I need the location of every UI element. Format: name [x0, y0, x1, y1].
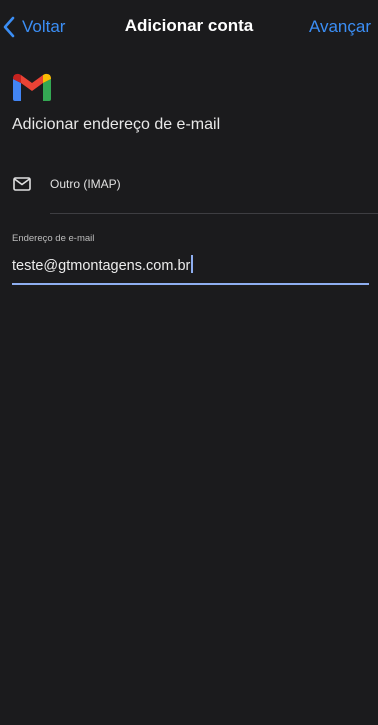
text-cursor	[191, 255, 193, 273]
next-button[interactable]: Avançar	[309, 17, 371, 37]
back-button[interactable]: Voltar	[2, 14, 65, 40]
email-field-label: Endereço de e-mail	[12, 233, 95, 244]
email-field-value: teste@gtmontagens.com.br	[12, 258, 191, 274]
mail-icon	[13, 177, 31, 191]
account-type-row[interactable]: Outro (IMAP)	[0, 160, 378, 214]
account-type-label: Outro (IMAP)	[50, 177, 121, 191]
chevron-left-icon	[3, 16, 15, 38]
heading-add-email: Adicionar endereço de e-mail	[12, 116, 221, 133]
email-field-value-wrapper: teste@gtmontagens.com.br	[12, 255, 193, 274]
navigation-bar: Voltar Adicionar conta Avançar	[0, 0, 378, 54]
email-field[interactable]: teste@gtmontagens.com.br	[12, 250, 369, 285]
back-button-label: Voltar	[22, 17, 66, 36]
divider	[50, 213, 378, 214]
gmail-logo-icon	[13, 73, 51, 101]
